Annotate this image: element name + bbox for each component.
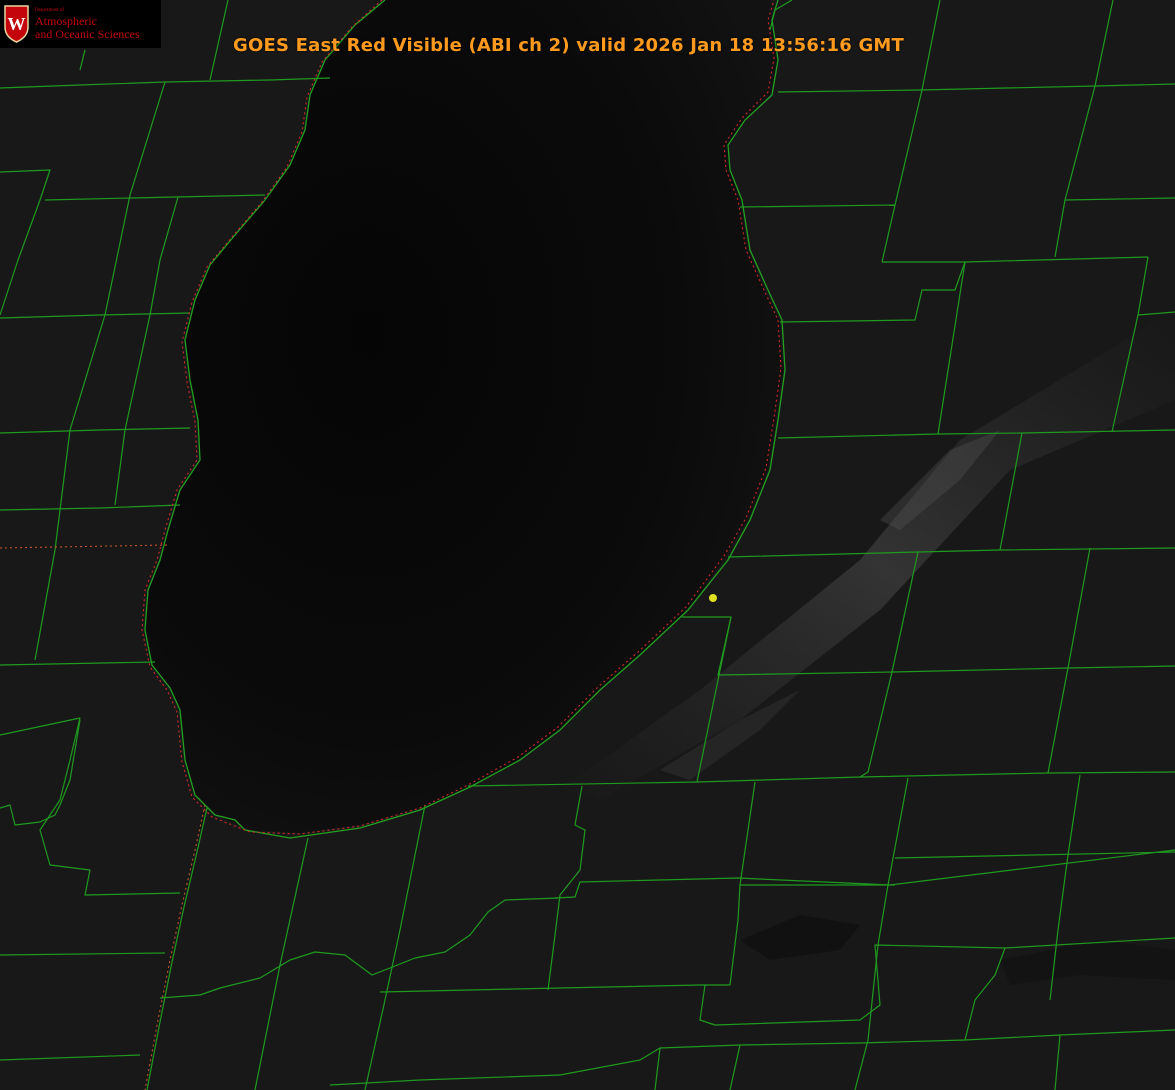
image-title: GOES East Red Visible (ABI ch 2) valid 2… bbox=[233, 35, 905, 56]
map-canvas bbox=[0, 0, 1175, 1090]
logo-name-line2: and Oceanic Sciences bbox=[35, 27, 140, 41]
uw-crest-icon: W bbox=[4, 5, 29, 43]
svg-text:W: W bbox=[8, 14, 26, 34]
satellite-map: W Department of Atmospheric and Oceanic … bbox=[0, 0, 1175, 1090]
logo-department-label: Department of bbox=[35, 8, 65, 13]
uw-aos-logo: W Department of Atmospheric and Oceanic … bbox=[0, 0, 161, 48]
station-marker bbox=[709, 594, 717, 602]
logo-name-line1: Atmospheric bbox=[35, 14, 97, 28]
